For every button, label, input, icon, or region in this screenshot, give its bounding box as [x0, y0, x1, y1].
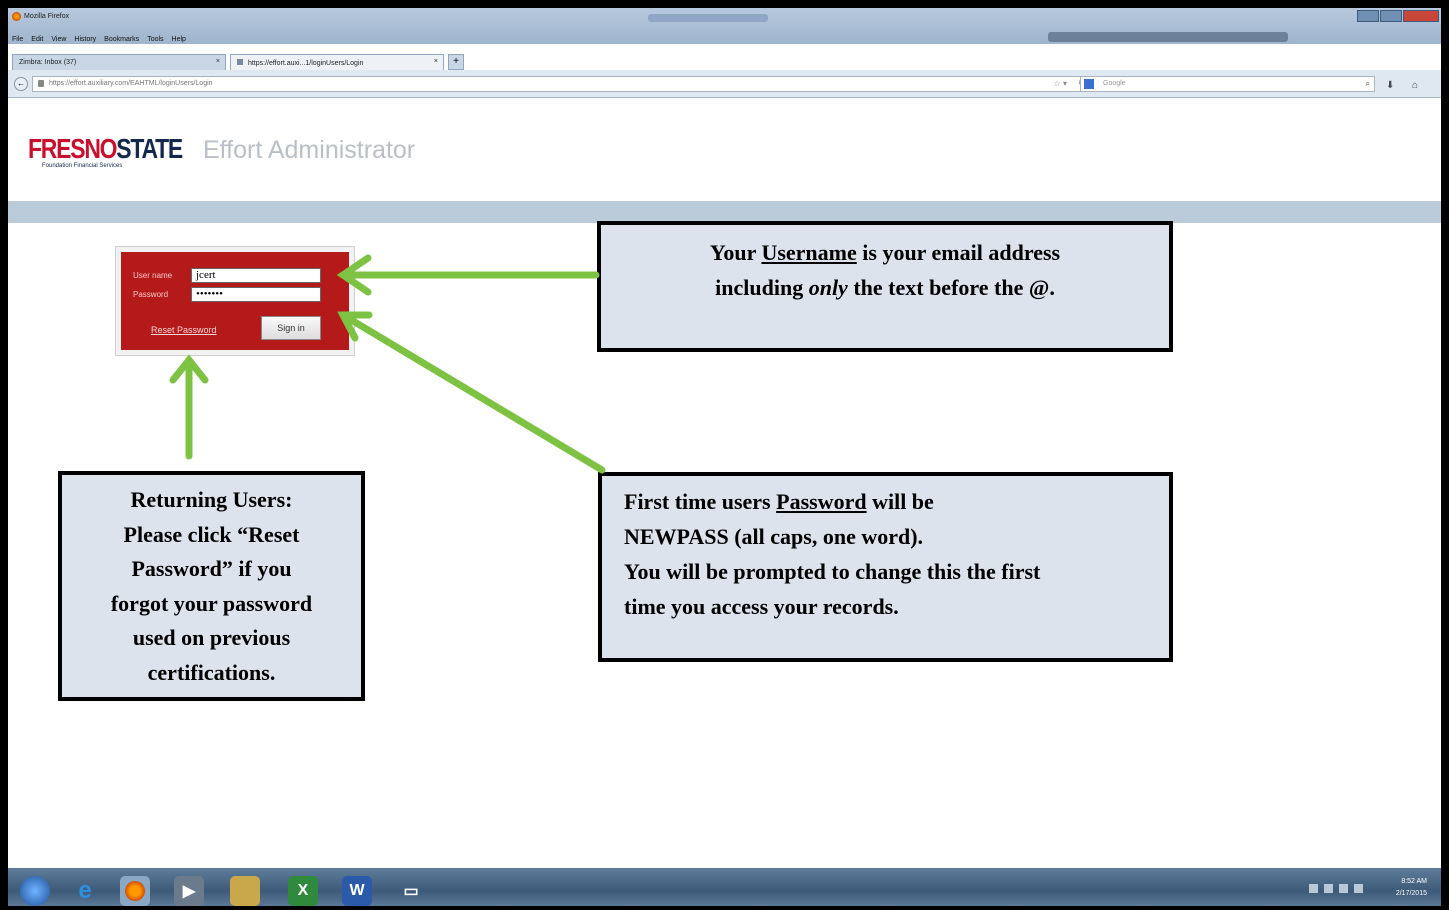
firefox-icon	[12, 12, 21, 21]
windows-taskbar: e ▶ X W ▭ 8:52 AM 2/17/2015	[8, 868, 1441, 906]
tab-effort-login[interactable]: https://effort.auxi...1/loginUsers/Login…	[230, 54, 444, 70]
callout-line: Returning Users:	[130, 487, 293, 512]
menu-tools[interactable]: Tools	[147, 36, 163, 43]
search-placeholder: Google	[1103, 80, 1126, 87]
window-titlebar: Mozilla Firefox File Edit View History B…	[8, 8, 1441, 44]
system-tray	[1309, 884, 1363, 893]
firefox-taskbar-icon[interactable]	[120, 876, 150, 906]
brand-wordmark: FRESNOSTATE	[28, 133, 183, 165]
menu-bar: File Edit View History Bookmarks Tools H…	[12, 36, 186, 43]
url-text: https://effort.auxiliary.com/EAHTML/logi…	[49, 80, 213, 87]
callout-line: First time users Password will be	[624, 484, 1169, 519]
media-player-icon[interactable]: ▶	[174, 876, 204, 906]
menu-history[interactable]: History	[74, 36, 96, 43]
internet-explorer-icon[interactable]: e	[70, 876, 100, 906]
network-icon[interactable]	[1339, 884, 1348, 893]
screen-frame: Mozilla Firefox File Edit View History B…	[0, 0, 1449, 910]
menu-file[interactable]: File	[12, 36, 23, 43]
start-button-icon[interactable]	[20, 876, 50, 906]
sign-in-button[interactable]: Sign in	[261, 316, 321, 340]
login-panel: User name jcert Password ••••••• Reset P…	[115, 246, 355, 356]
app-title: Effort Administrator	[203, 136, 416, 164]
username-input[interactable]: jcert	[191, 268, 321, 283]
header-bar	[8, 201, 1441, 223]
callout-underlined: Username	[761, 240, 857, 265]
clock[interactable]: 8:52 AM 2/17/2015	[1396, 876, 1427, 900]
password-label: Password	[133, 290, 169, 299]
callout-line: Your Username is your email address	[601, 235, 1169, 270]
callout-underlined: Password	[776, 489, 867, 514]
menu-bookmarks[interactable]: Bookmarks	[104, 36, 139, 43]
bookmark-star-icon[interactable]: ☆ ▾	[1054, 79, 1067, 88]
file-explorer-icon[interactable]	[230, 876, 260, 906]
maximize-button[interactable]	[1380, 10, 1402, 22]
tray-icon[interactable]	[1309, 884, 1318, 893]
callout-text: including	[715, 275, 809, 300]
tray-icon[interactable]	[1324, 884, 1333, 893]
callout-line: forgot your password	[110, 590, 313, 616]
username-callout: Your Username is your email address incl…	[597, 221, 1173, 352]
tab-strip: Zimbra: Inbox (37) × https://effort.auxi…	[12, 54, 464, 70]
callout-line: time you access your records.	[624, 594, 899, 619]
menu-edit[interactable]: Edit	[31, 36, 43, 43]
callout-text: will be	[866, 489, 934, 514]
menu-help[interactable]: Help	[172, 36, 186, 43]
clock-date: 2/17/2015	[1395, 890, 1427, 897]
brand-fresno: FRESNO	[28, 133, 118, 164]
reset-password-link[interactable]: Reset Password	[151, 325, 217, 335]
password-input[interactable]: •••••••	[191, 287, 321, 302]
callout-line: NEWPASS (all caps, one word).	[624, 524, 924, 549]
returning-users-callout: Returning Users: Please click “Reset Pas…	[58, 471, 365, 701]
clock-time: 8:52 AM	[1401, 878, 1427, 885]
word-icon[interactable]: W	[342, 876, 372, 906]
tab-zimbra[interactable]: Zimbra: Inbox (37) ×	[12, 54, 226, 70]
new-tab-button[interactable]: +	[448, 54, 464, 70]
search-icon[interactable]: ⌕	[1366, 79, 1370, 89]
callout-line: certifications.	[147, 659, 276, 685]
window-title: Mozilla Firefox	[12, 12, 69, 21]
callout-italic: only	[808, 275, 848, 300]
minimize-button[interactable]	[1357, 10, 1379, 22]
favicon-icon	[237, 59, 243, 65]
tab-label: https://effort.auxi...1/loginUsers/Login	[247, 60, 364, 67]
callout-text: is your email address	[856, 240, 1061, 265]
navigation-bar: ← https://effort.auxiliary.com/EAHTML/lo…	[8, 70, 1441, 98]
window-title-text: Mozilla Firefox	[24, 13, 70, 20]
brand-state: STATE	[116, 133, 183, 164]
lock-icon	[38, 80, 44, 87]
excel-icon[interactable]: X	[288, 876, 318, 906]
volume-icon[interactable]	[1354, 884, 1363, 893]
username-label: User name	[133, 271, 173, 280]
back-arrow-icon[interactable]: ←	[14, 77, 28, 91]
close-tab-icon[interactable]: ×	[434, 58, 438, 65]
close-tab-icon[interactable]: ×	[216, 58, 220, 65]
callout-line: including only the text before the @.	[601, 270, 1169, 305]
callout-line: used on previous	[132, 625, 291, 650]
page-content: FRESNOSTATE Foundation Financial Service…	[8, 98, 1441, 868]
app-window-icon[interactable]: ▭	[396, 876, 426, 906]
window-controls	[1357, 10, 1439, 22]
callout-line: You will be prompted to change this the …	[624, 559, 1041, 584]
callout-line: Please click “Reset	[123, 521, 300, 547]
home-icon[interactable]: ⌂	[1412, 80, 1418, 91]
login-form: User name jcert Password ••••••• Reset P…	[121, 252, 349, 350]
address-bar[interactable]: https://effort.auxiliary.com/EAHTML/logi…	[32, 76, 1092, 92]
search-engine-icon[interactable]	[1084, 79, 1094, 89]
menu-view[interactable]: View	[51, 36, 66, 43]
callout-text: the text before the @.	[847, 275, 1055, 300]
close-button[interactable]	[1403, 10, 1439, 22]
titlebar-blur	[648, 14, 768, 22]
tab-label: Zimbra: Inbox (37)	[19, 59, 77, 66]
search-bar[interactable]: Google ⌕	[1080, 76, 1375, 92]
callout-line: Password” if you	[131, 556, 292, 581]
callout-text: Your	[709, 240, 762, 265]
first-time-password-callout: First time users Password will be NEWPAS…	[598, 472, 1173, 662]
fresno-state-logo: FRESNOSTATE Foundation Financial Service…	[28, 133, 216, 169]
download-icon[interactable]: ⬇	[1386, 80, 1394, 91]
titlebar-blur	[1048, 32, 1288, 42]
callout-text: First time users	[624, 489, 777, 514]
